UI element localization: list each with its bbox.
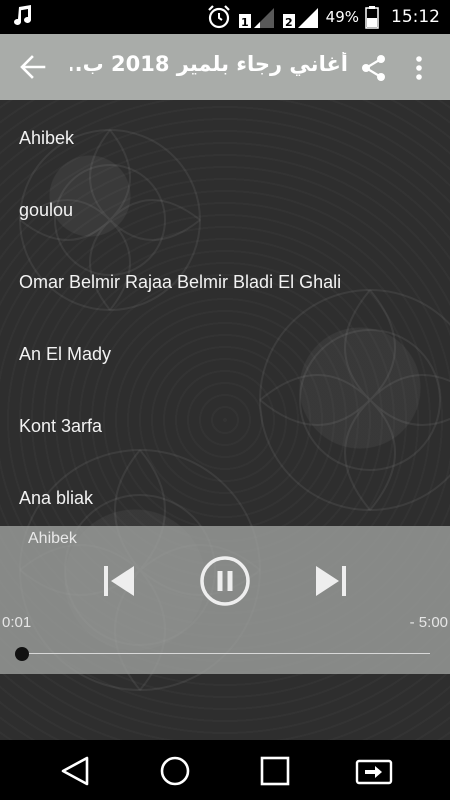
elapsed-time: 0:01 [2,614,32,631]
pause-button[interactable] [199,555,251,607]
clock: 15:12 [391,7,440,27]
list-item[interactable]: Ahibek [0,102,450,174]
share-icon[interactable] [360,54,388,82]
music-note-icon [14,5,31,25]
status-right: 1 2 49% 15:12 [206,0,440,34]
list-item[interactable]: Kont 3arfa [0,390,450,462]
navigation-bar [0,740,450,800]
skip-next-icon[interactable] [313,563,349,599]
battery-percent: 49% [325,8,359,26]
seek-bar[interactable] [22,653,430,654]
skip-previous-icon[interactable] [101,563,137,599]
list-item[interactable]: Omar Belmir Rajaa Belmir Bladi El Ghali [0,246,450,318]
screen-mirror-icon[interactable] [355,754,393,788]
now-playing-title: Ahibek [28,530,77,547]
signal-sim1-icon: 1 [238,8,274,29]
home-circle-icon[interactable] [158,754,192,788]
back-arrow-icon[interactable] [20,54,46,80]
media-player: Ahibek 0:01 - 5:00 [0,526,450,674]
seek-thumb[interactable] [15,647,29,661]
battery-icon [365,6,379,29]
song-list: Ahibek goulou Omar Belmir Rajaa Belmir B… [0,100,450,534]
list-item[interactable]: goulou [0,174,450,246]
svg-text:1: 1 [241,16,249,29]
svg-text:2: 2 [285,16,293,29]
app-bar: أغاني رجاء بلمير 2018 ب.. [0,34,450,100]
list-item[interactable]: An El Mady [0,318,450,390]
recents-square-icon[interactable] [258,754,292,788]
signal-sim2-icon: 2 [282,8,318,29]
back-triangle-icon[interactable] [58,754,92,788]
list-item[interactable]: Ana bliak [0,462,450,534]
more-vert-icon[interactable] [406,54,432,82]
page-title: أغاني رجاء بلمير 2018 ب.. [70,52,348,76]
status-bar: 1 2 49% 15:12 [0,0,450,34]
alarm-icon [207,5,230,29]
remaining-time: - 5:00 [409,614,448,631]
